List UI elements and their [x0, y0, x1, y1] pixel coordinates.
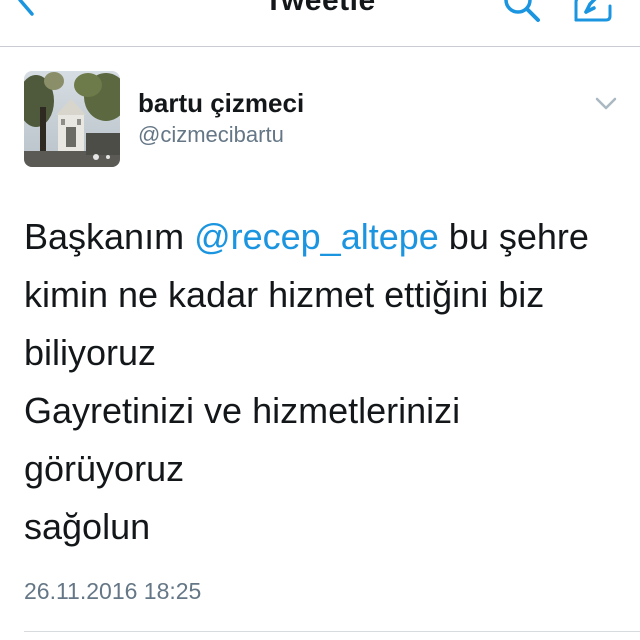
tweet-text-line: biliyoruz: [24, 332, 157, 373]
tweet-text: Başkanım @recep_altepe bu şehre kimin ne…: [24, 208, 624, 556]
search-icon: [504, 0, 540, 22]
compose-icon: [574, 0, 612, 22]
mention-link[interactable]: @recep_altepe: [194, 216, 439, 257]
tweet-text-segment: bu şehre: [438, 216, 589, 257]
author-handle[interactable]: @cizmecibartu: [138, 122, 284, 148]
tweet-detail-screen: Tweetle bartu çizmeci @cizmecibartu Başk…: [0, 0, 640, 640]
author-display-name[interactable]: bartu çizmeci: [138, 88, 304, 119]
tweet-timestamp: 26.11.2016 18:25: [24, 578, 202, 604]
compose-button[interactable]: [572, 0, 618, 26]
navigation-bar: Tweetle: [0, 0, 640, 47]
tweet-text-line: sağolun: [24, 506, 151, 547]
chevron-down-icon: [595, 97, 617, 110]
tweet-options-button[interactable]: [594, 94, 618, 114]
tweet-text-line: Gayretinizi ve hizmetlerinizi: [24, 390, 461, 431]
search-button[interactable]: [500, 0, 546, 26]
avatar[interactable]: [24, 71, 120, 167]
divider: [24, 631, 640, 632]
tweet-text-line: Başkanım @recep_altepe bu şehre: [24, 208, 624, 266]
tweet-text-line: görüyoruz: [24, 448, 185, 489]
tweet-text-segment: Başkanım: [24, 216, 195, 257]
tweet-text-line: kimin ne kadar hizmet ettiğini biz: [24, 274, 545, 315]
avatar-image: [24, 71, 120, 167]
